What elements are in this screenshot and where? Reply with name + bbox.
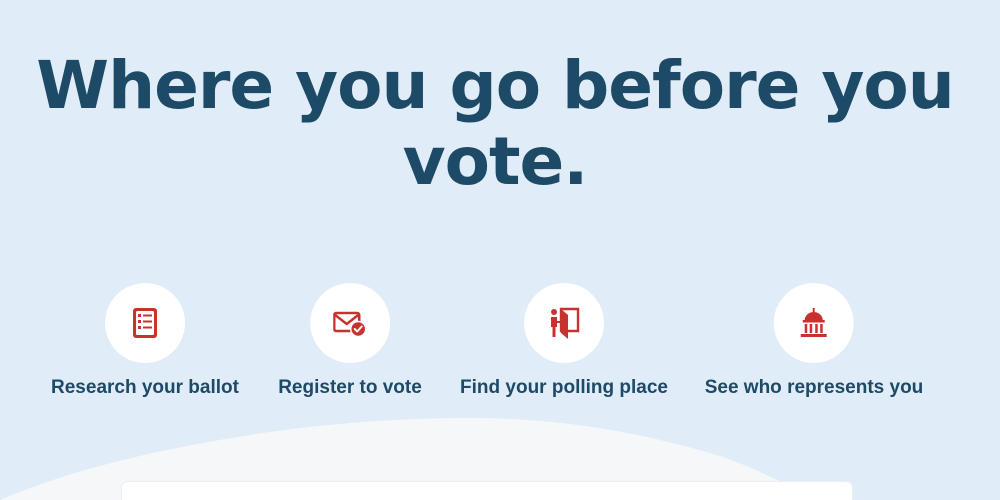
register-vote-label: Register to vote xyxy=(278,377,422,398)
envelope-check-icon xyxy=(333,311,367,338)
action-links: Research your ballot Register to vote Fi… xyxy=(0,283,1000,413)
research-ballot-label: Research your ballot xyxy=(51,377,239,398)
voting-booth-icon xyxy=(550,307,580,339)
search-card xyxy=(122,482,852,500)
hero-headline: Where you go before you vote. xyxy=(36,47,954,200)
research-ballot-link[interactable]: Research your ballot xyxy=(51,283,239,399)
register-vote-link[interactable]: Register to vote xyxy=(278,283,422,399)
representatives-icon-circle xyxy=(773,283,854,363)
find-polling-place-label: Find your polling place xyxy=(460,377,668,398)
register-vote-icon-circle xyxy=(310,283,390,363)
ballot-checklist-icon xyxy=(132,308,157,338)
capitol-building-icon xyxy=(800,308,827,337)
polling-place-icon-circle xyxy=(523,283,604,363)
see-who-represents-link[interactable]: See who represents you xyxy=(704,283,924,399)
see-who-represents-label: See who represents you xyxy=(704,377,924,398)
research-ballot-icon-circle xyxy=(104,283,185,363)
find-polling-place-link[interactable]: Find your polling place xyxy=(460,283,668,399)
page: Where you go before you vote. Research y… xyxy=(0,0,1000,500)
